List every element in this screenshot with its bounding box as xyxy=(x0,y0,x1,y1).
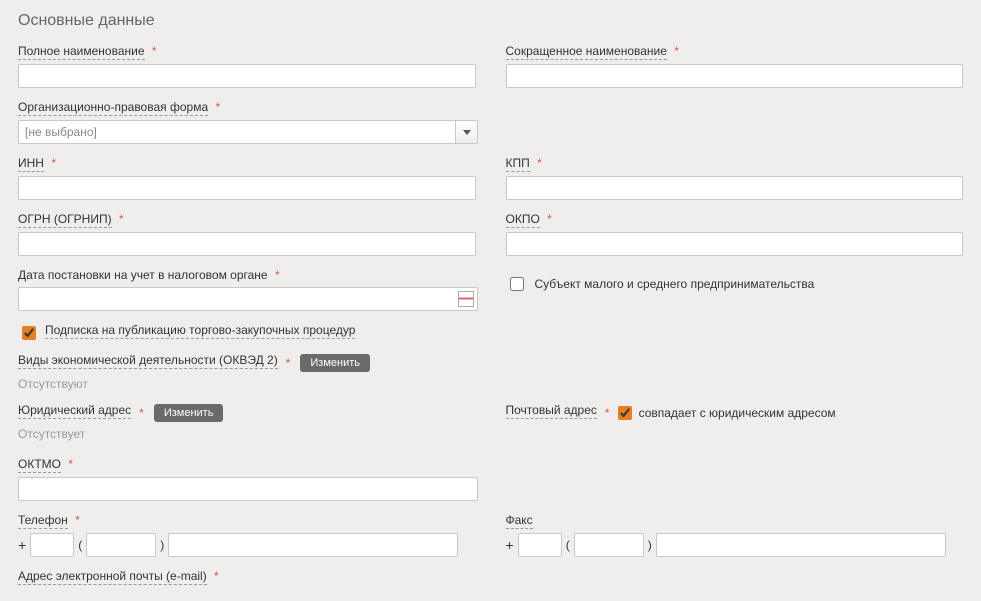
reg-date-input[interactable] xyxy=(18,287,478,311)
fax-area-input[interactable] xyxy=(574,533,644,557)
kpp-input[interactable] xyxy=(506,176,964,200)
fax-number-input[interactable] xyxy=(656,533,946,557)
subscription-label: Подписка на публикацию торгово-закупочны… xyxy=(45,323,355,339)
kpp-label: КПП xyxy=(506,156,530,172)
phone-area-input[interactable] xyxy=(86,533,156,557)
oktmo-label: ОКТМО xyxy=(18,457,61,473)
required-mark: * xyxy=(51,156,56,170)
legal-form-select[interactable]: [не выбрано] xyxy=(18,120,478,144)
inn-label: ИНН xyxy=(18,156,44,172)
required-mark: * xyxy=(214,569,219,583)
required-mark: * xyxy=(605,406,610,420)
legal-form-value: [не выбрано] xyxy=(25,125,97,139)
short-name-input[interactable] xyxy=(506,64,964,88)
okpo-label: ОКПО xyxy=(506,212,540,228)
required-mark: * xyxy=(75,513,80,527)
full-name-label: Полное наименование xyxy=(18,44,145,60)
phone-label: Телефон xyxy=(18,513,68,529)
legal-addr-absent: Отсутствует xyxy=(18,427,476,441)
legal-form-label: Организационно-правовая форма xyxy=(18,100,208,116)
sme-label: Субъект малого и среднего предпринимател… xyxy=(535,277,815,291)
fax-plus: + xyxy=(506,537,514,553)
same-as-legal-label: совпадает с юридическим адресом xyxy=(639,406,836,420)
fax-country-input[interactable] xyxy=(518,533,562,557)
okved-label: Виды экономической деятельности (ОКВЭД 2… xyxy=(18,353,278,369)
inn-input[interactable] xyxy=(18,176,476,200)
oktmo-input[interactable] xyxy=(18,477,478,501)
phone-number-input[interactable] xyxy=(168,533,458,557)
required-mark: * xyxy=(537,156,542,170)
short-name-label: Сокращенное наименование xyxy=(506,44,667,60)
paren-open: ( xyxy=(78,538,82,552)
ogrn-label: ОГРН (ОГРНИП) xyxy=(18,212,112,228)
required-mark: * xyxy=(286,356,291,370)
required-mark: * xyxy=(674,44,679,58)
required-mark: * xyxy=(68,457,73,471)
legal-addr-change-button[interactable]: Изменить xyxy=(154,404,224,422)
okpo-input[interactable] xyxy=(506,232,964,256)
email-label: Адрес электронной почты (e-mail) xyxy=(18,569,207,585)
paren-open: ( xyxy=(566,538,570,552)
same-as-legal-checkbox[interactable] xyxy=(618,406,632,420)
fax-label: Факс xyxy=(506,513,533,529)
calendar-icon[interactable] xyxy=(458,291,474,307)
postal-addr-label: Почтовый адрес xyxy=(506,403,597,419)
required-mark: * xyxy=(139,406,144,420)
paren-close: ) xyxy=(648,538,652,552)
paren-close: ) xyxy=(160,538,164,552)
full-name-input[interactable] xyxy=(18,64,476,88)
required-mark: * xyxy=(152,44,157,58)
required-mark: * xyxy=(119,212,124,226)
ogrn-input[interactable] xyxy=(18,232,476,256)
okved-change-button[interactable]: Изменить xyxy=(300,354,370,372)
subscription-checkbox[interactable] xyxy=(22,326,36,340)
phone-country-input[interactable] xyxy=(30,533,74,557)
section-title: Основные данные xyxy=(18,12,963,30)
required-mark: * xyxy=(547,212,552,226)
sme-checkbox[interactable] xyxy=(510,277,524,291)
required-mark: * xyxy=(215,100,220,114)
reg-date-label: Дата постановки на учет в налоговом орга… xyxy=(18,268,268,283)
required-mark: * xyxy=(275,268,280,282)
chevron-down-icon[interactable] xyxy=(455,121,477,143)
legal-addr-label: Юридический адрес xyxy=(18,403,131,419)
okved-absent: Отсутствуют xyxy=(18,377,963,391)
phone-plus: + xyxy=(18,537,26,553)
